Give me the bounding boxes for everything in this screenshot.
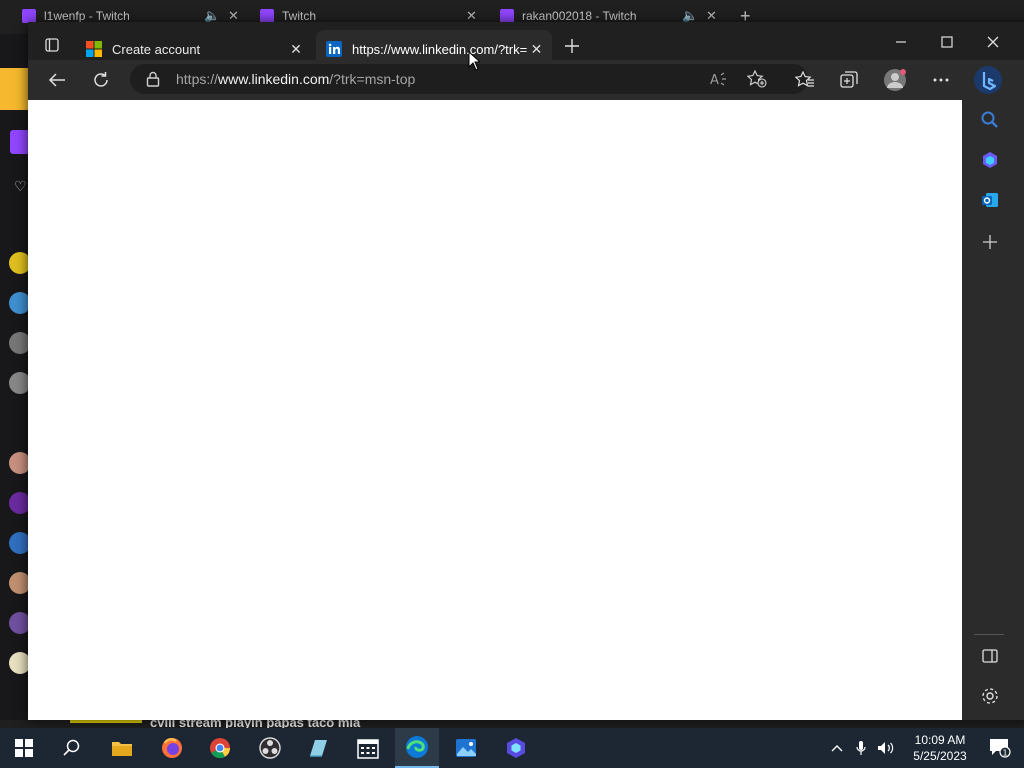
bing-chat-button[interactable] xyxy=(972,64,1004,96)
url-path: /?trk=msn-top xyxy=(329,71,416,87)
hide-sidebar-icon[interactable] xyxy=(976,642,1004,670)
edge-icon[interactable] xyxy=(395,728,439,768)
show-hidden-icons-icon[interactable] xyxy=(826,728,848,768)
favorites-button[interactable] xyxy=(790,66,820,94)
url-text: https://www.linkedin.com/?trk=msn-top xyxy=(176,71,415,87)
lock-icon[interactable] xyxy=(146,71,160,87)
search-icon[interactable] xyxy=(50,728,94,768)
twitch-icon xyxy=(22,9,36,23)
back-button[interactable] xyxy=(42,66,72,94)
close-window-button[interactable] xyxy=(970,28,1016,56)
volume-icon[interactable] xyxy=(874,728,898,768)
edge-sidebar xyxy=(962,60,1024,720)
background-sidebar: ♡ xyxy=(0,34,31,720)
notifications-icon[interactable]: 1 xyxy=(980,728,1020,768)
background-banner xyxy=(0,68,30,110)
clock-date: 5/25/2023 xyxy=(913,749,967,763)
file-explorer-icon[interactable] xyxy=(100,728,144,768)
windows-taskbar: 10:09 AM 5/25/2023 1 xyxy=(0,728,1024,768)
settings-icon[interactable] xyxy=(976,682,1004,710)
outlook-icon[interactable] xyxy=(976,186,1004,214)
close-tab-icon[interactable]: ✕ xyxy=(284,37,308,61)
maximize-button[interactable] xyxy=(924,28,970,56)
collections-button[interactable] xyxy=(834,66,864,94)
heart-icon: ♡ xyxy=(14,178,27,194)
svg-text:A: A xyxy=(710,73,719,87)
notification-count: 1 xyxy=(1002,749,1007,758)
linkedin-logo-icon xyxy=(326,41,342,57)
search-icon[interactable] xyxy=(976,106,1004,134)
twitch-icon xyxy=(500,9,514,23)
page-content[interactable] xyxy=(28,100,962,720)
microphone-icon[interactable] xyxy=(850,728,872,768)
close-tab-icon[interactable]: ✕ xyxy=(527,37,546,61)
start-button[interactable] xyxy=(2,728,46,768)
system-clock[interactable]: 10:09 AM 5/25/2023 xyxy=(906,732,974,764)
clock-time: 10:09 AM xyxy=(914,733,966,747)
profile-avatar[interactable] xyxy=(880,66,910,94)
url-host: www.linkedin.com xyxy=(218,71,330,87)
bing-icon[interactable] xyxy=(494,728,538,768)
chrome-icon[interactable] xyxy=(198,728,242,768)
photos-icon[interactable] xyxy=(444,728,488,768)
microsoft-logo-icon xyxy=(86,41,102,57)
tab-title: Create account xyxy=(112,41,201,57)
sidebar-divider xyxy=(974,634,1004,635)
add-icon[interactable] xyxy=(976,228,1004,256)
firefox-icon[interactable] xyxy=(150,728,194,768)
minimize-button[interactable] xyxy=(878,28,924,56)
background-tab-title: l1wenfp - Twitch xyxy=(44,9,130,23)
twitch-icon xyxy=(10,130,30,154)
notepad-icon[interactable] xyxy=(296,728,340,768)
refresh-button[interactable] xyxy=(86,66,116,94)
calendar-icon[interactable] xyxy=(346,728,390,768)
url-scheme: https:// xyxy=(176,71,219,87)
background-tab-title: rakan002018 - Twitch xyxy=(522,9,637,23)
new-tab-button[interactable] xyxy=(560,34,584,58)
background-tab-title: Twitch xyxy=(282,9,317,23)
more-options-button[interactable] xyxy=(926,66,956,94)
tab-actions-icon[interactable] xyxy=(42,36,62,54)
mouse-cursor-icon xyxy=(468,51,480,71)
add-favorite-icon[interactable] xyxy=(742,65,772,93)
copilot-icon[interactable] xyxy=(976,146,1004,174)
tab-title: https://www.linkedin.com/?trk=msn-top xyxy=(352,41,528,57)
read-aloud-icon[interactable]: A xyxy=(704,65,734,93)
edge-browser-window: Create account ✕ https://www.linkedin.co… xyxy=(28,22,1024,720)
obs-icon[interactable] xyxy=(248,728,292,768)
twitch-icon xyxy=(260,9,274,23)
navigation-toolbar: https://www.linkedin.com/?trk=msn-top A xyxy=(28,60,1024,100)
